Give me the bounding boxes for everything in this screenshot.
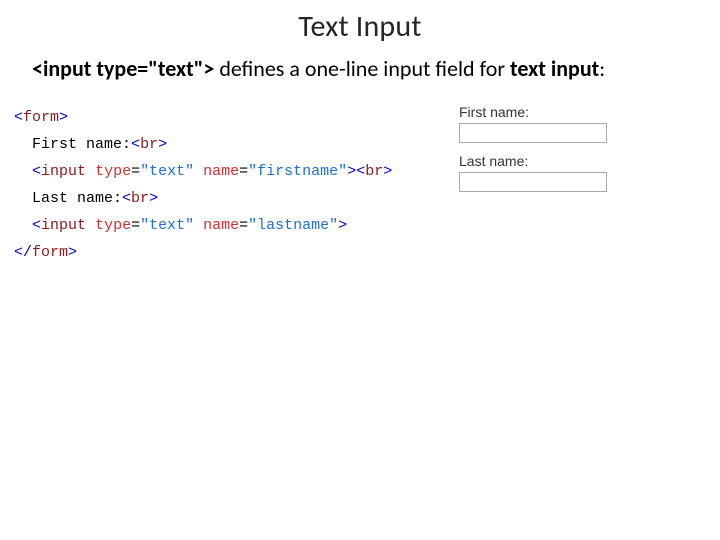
code-token — [14, 217, 32, 234]
code-token — [194, 217, 203, 234]
code-token: "text" — [140, 217, 194, 234]
code-token: "text" — [140, 163, 194, 180]
code-token: name — [203, 217, 239, 234]
code-token — [194, 163, 203, 180]
last-name-label: Last name: — [459, 153, 684, 169]
code-token: name — [203, 163, 239, 180]
code-token: </ — [14, 244, 32, 261]
code-token: < — [14, 109, 23, 126]
code-token: "firstname" — [248, 163, 347, 180]
desc-bold-term: text input — [510, 55, 599, 82]
code-token: > — [383, 163, 392, 180]
code-token — [86, 217, 95, 234]
code-token: input — [41, 163, 86, 180]
desc-tail: : — [599, 55, 605, 82]
code-token: > — [338, 217, 347, 234]
code-block: <form> First name:<br> <input type="text… — [14, 104, 392, 266]
code-token — [14, 163, 32, 180]
code-token — [14, 136, 32, 153]
code-token: > — [149, 190, 158, 207]
desc-code-inline: <input type="text"> — [32, 55, 214, 82]
code-token: br — [131, 190, 149, 207]
code-token: < — [356, 163, 365, 180]
columns: <form> First name:<br> <input type="text… — [18, 104, 702, 266]
code-token: input — [41, 217, 86, 234]
code-token: > — [158, 136, 167, 153]
code-token: > — [59, 109, 68, 126]
code-token: = — [131, 163, 140, 180]
code-token: First name: — [32, 136, 131, 153]
code-token — [14, 190, 32, 207]
code-token: > — [68, 244, 77, 261]
code-token: < — [32, 217, 41, 234]
code-token: = — [131, 217, 140, 234]
form-preview: First name: Last name: — [459, 104, 684, 202]
code-token: br — [365, 163, 383, 180]
code-token: type — [95, 163, 131, 180]
code-token: form — [32, 244, 68, 261]
code-token: type — [95, 217, 131, 234]
code-token: Last name: — [32, 190, 122, 207]
code-token — [86, 163, 95, 180]
code-token: "lastname" — [248, 217, 338, 234]
first-name-input[interactable] — [459, 123, 607, 143]
description: <input type="text"> defines a one-line i… — [32, 55, 702, 84]
last-name-input[interactable] — [459, 172, 607, 192]
code-token: < — [122, 190, 131, 207]
slide: Text Input <input type="text"> defines a… — [0, 0, 720, 540]
code-token: > — [347, 163, 356, 180]
code-token: form — [23, 109, 59, 126]
code-token: < — [131, 136, 140, 153]
page-title: Text Input — [18, 8, 702, 45]
desc-text-mid: defines a one-line input field for — [214, 55, 510, 82]
code-token: br — [140, 136, 158, 153]
code-token: = — [239, 217, 248, 234]
code-token: < — [32, 163, 41, 180]
first-name-label: First name: — [459, 104, 684, 120]
code-token: = — [239, 163, 248, 180]
